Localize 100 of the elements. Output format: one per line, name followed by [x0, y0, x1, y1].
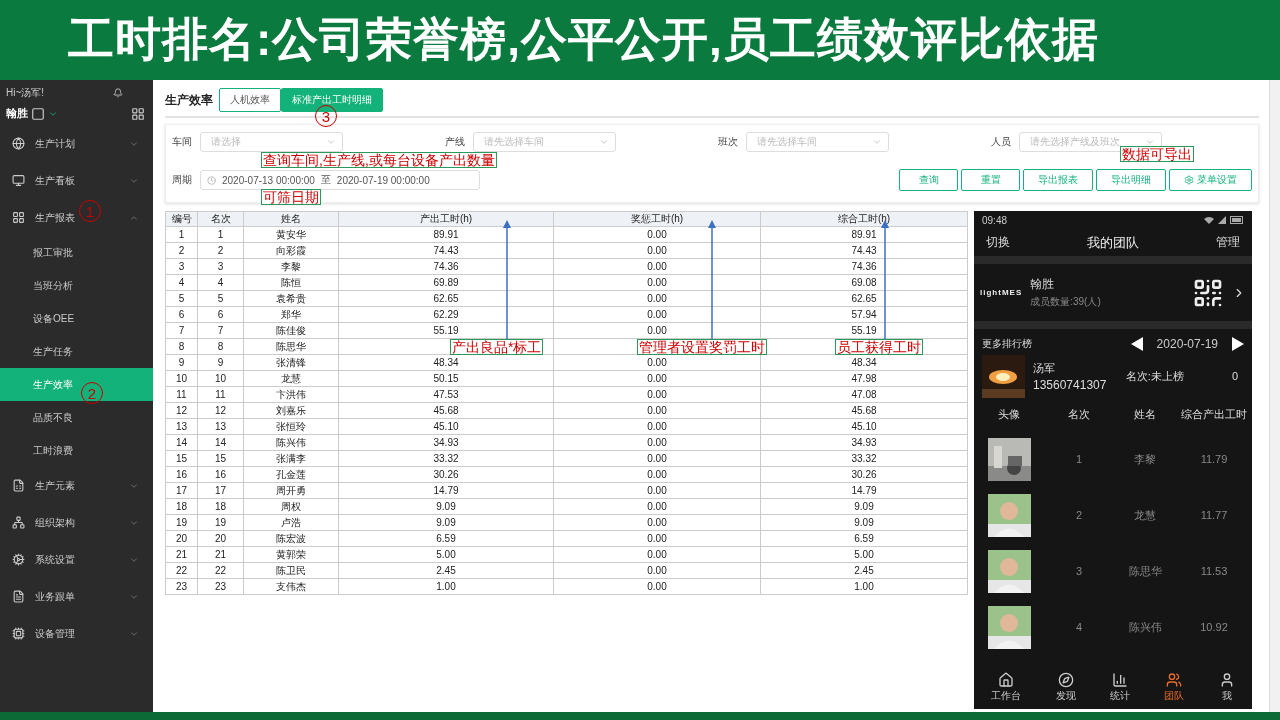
tab[interactable]: 人机效率	[219, 88, 281, 112]
user-hours: 0	[1231, 370, 1238, 382]
table-cell: 17	[197, 482, 244, 499]
table-cell: 11	[197, 386, 244, 403]
sidebar-group[interactable]: 生产看板	[35, 173, 75, 188]
table-cell: 7	[197, 322, 244, 339]
table-cell: 0.00	[553, 274, 761, 291]
table-cell: 21	[197, 546, 244, 563]
table-cell: 0.00	[553, 258, 761, 275]
hours-cell: 11.53	[1200, 565, 1228, 577]
sidebar-item[interactable]: 生产任务	[0, 335, 153, 368]
table-cell: 0.00	[553, 226, 761, 243]
table-cell: 19	[197, 514, 244, 531]
bottom-tab[interactable]: 统计	[1109, 671, 1130, 703]
slide-title: 工时排名:公司荣誉榜,公平公开,员工绩效评比依据	[68, 12, 1099, 67]
sidebar-item[interactable]: 设备OEE	[0, 302, 153, 335]
sidebar-group[interactable]: 生产计划	[35, 136, 75, 151]
table-cell: 周开勇	[243, 482, 339, 499]
column-header: 名次	[197, 211, 244, 227]
tab-icon	[1111, 671, 1128, 688]
table-cell: 14.79	[760, 482, 968, 499]
table-cell: 0.00	[553, 450, 761, 467]
status-time: 09:48	[982, 214, 1008, 226]
table-cell: 卢浩	[243, 514, 339, 531]
table-cell: 55.19	[338, 322, 554, 339]
table-cell: 1	[165, 226, 198, 243]
hours-cell: 11.77	[1200, 509, 1228, 521]
table-cell: 8	[165, 338, 198, 355]
switch-link[interactable]: 切换	[986, 234, 1010, 251]
table-cell: 89.91	[760, 226, 968, 243]
sidebar-group[interactable]: 设备管理	[35, 626, 75, 641]
clock-icon	[207, 175, 216, 185]
table-cell: 18	[165, 498, 198, 515]
table-cell: 45.10	[338, 418, 554, 435]
table-cell: 5.00	[760, 546, 968, 563]
menu-icon	[12, 211, 25, 224]
table-cell: 1.00	[760, 578, 968, 595]
bottom-tab[interactable]: 发现	[1055, 671, 1076, 703]
table-cell: 23	[197, 578, 244, 595]
table-cell: 0.00	[553, 386, 761, 403]
table-cell: 0.00	[553, 322, 761, 339]
table-cell: 0.00	[553, 482, 761, 499]
sidebar-group[interactable]: 系统设置	[35, 552, 75, 567]
ranking-label: 更多排行榜	[982, 337, 1032, 351]
table-cell: 30.26	[338, 466, 554, 483]
column-header: 综合产出工时	[1181, 406, 1247, 422]
table-cell: 69.89	[338, 274, 554, 291]
sidebar-group[interactable]: 业务跟单	[35, 589, 75, 604]
table-cell: 62.65	[338, 290, 554, 307]
bottom-tab[interactable]: 团队	[1164, 671, 1185, 703]
column-header: 头像	[998, 406, 1020, 422]
table-cell: 陈卫民	[243, 562, 339, 579]
rank-cell: 2	[1075, 509, 1083, 521]
sidebar-group[interactable]: 组织架构	[35, 515, 75, 530]
sidebar-group[interactable]: 生产元素	[35, 478, 75, 493]
table-cell: 21	[165, 546, 198, 563]
table-cell: 9.09	[338, 514, 554, 531]
table-cell: 9	[165, 354, 198, 371]
table-cell: 周权	[243, 498, 339, 515]
name-cell: 陈思华	[1128, 563, 1162, 579]
table-cell: 5	[165, 290, 198, 307]
name-cell: 陈兴伟	[1128, 619, 1162, 635]
table-cell: 0.00	[553, 434, 761, 451]
table-cell: 89.91	[338, 226, 554, 243]
sidebar-item[interactable]: 工时浪费	[0, 434, 153, 467]
table-cell: 6.59	[338, 530, 554, 547]
table-cell: 3	[165, 258, 198, 275]
sidebar-item[interactable]: 当班分析	[0, 269, 153, 302]
table-cell: 34.93	[760, 434, 968, 451]
table-cell: 0.00	[553, 306, 761, 323]
annotation-note: 员工获得工时	[835, 339, 923, 355]
sidebar-group[interactable]: 生产报表	[35, 210, 75, 225]
table-cell: 袁希贵	[243, 290, 339, 307]
sidebar-item[interactable]: 报工审批	[0, 236, 153, 269]
next-icon[interactable]	[1232, 337, 1244, 351]
name-cell: 龙慧	[1134, 507, 1156, 523]
menu-icon	[12, 627, 25, 640]
filter-label: 人员	[990, 135, 1011, 149]
sidebar-item[interactable]: 品质不良	[0, 401, 153, 434]
table-cell: 17	[165, 482, 198, 499]
table-cell: 陈恒	[243, 274, 339, 291]
scrollbar[interactable]	[1269, 80, 1280, 712]
table-cell: 16	[165, 466, 198, 483]
manage-link[interactable]: 管理	[1216, 234, 1240, 251]
team-card[interactable]: lightMES 翰胜 成员数量:39(人)	[974, 264, 1252, 321]
table-cell: 0.00	[553, 290, 761, 307]
hours-cell: 11.79	[1200, 453, 1228, 465]
settings-icon	[1184, 175, 1194, 185]
rank-cell: 1	[1075, 453, 1083, 465]
table-cell: 卞洪伟	[243, 386, 339, 403]
table-cell: 74.36	[338, 258, 554, 275]
previous-icon[interactable]	[1130, 337, 1143, 351]
table-cell: 14	[197, 434, 244, 451]
table-cell: 支伟杰	[243, 578, 339, 595]
bell-icon[interactable]	[113, 88, 123, 98]
table-cell: 0.00	[553, 402, 761, 419]
bottom-tab[interactable]: 我	[1218, 671, 1235, 703]
table-cell: 2.45	[338, 562, 554, 579]
battery-icon	[1230, 216, 1244, 224]
bottom-tab[interactable]: 工作台	[991, 671, 1022, 703]
